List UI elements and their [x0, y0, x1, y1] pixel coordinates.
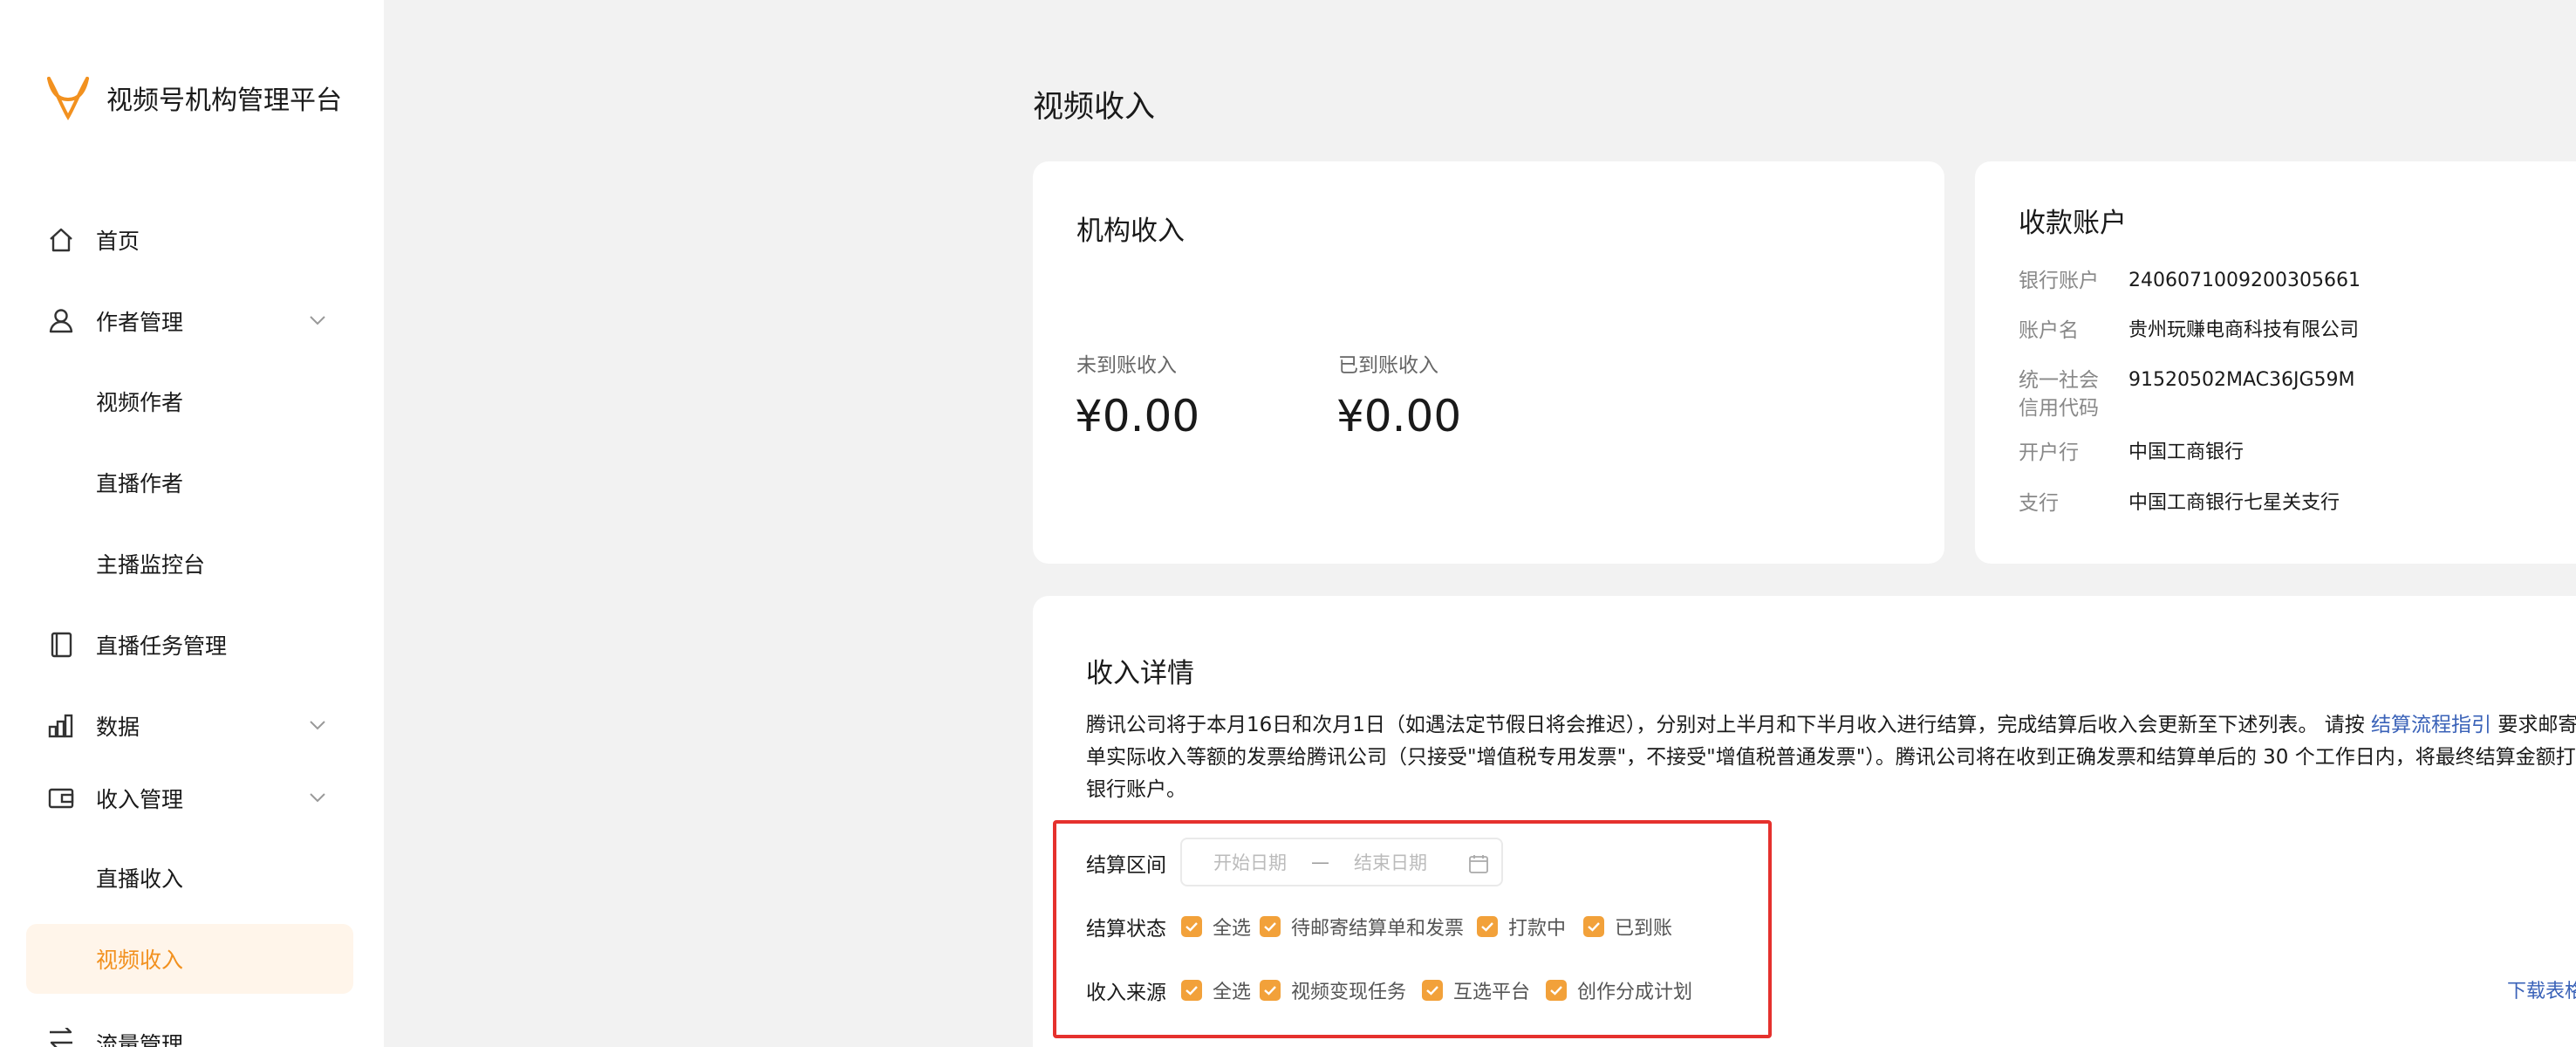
sidebar-item-data[interactable]: 数据 — [26, 691, 353, 761]
settlement-period-label: 结算区间 — [1086, 854, 1166, 877]
bar-chart-icon — [44, 708, 79, 743]
settlement-description: 腾讯公司将于本月16日和次月1日（如遇法定节假日将会推迟），分别对上半月和下半月… — [1086, 714, 2576, 801]
date-range-separator: — — [1311, 852, 1329, 872]
start-date-input[interactable]: 开始日期 — [1213, 849, 1287, 875]
chevron-down-icon — [310, 316, 325, 325]
credit-code-label: 统一社会信用代码 — [2019, 369, 2099, 420]
chevron-down-icon — [310, 721, 325, 730]
download-table-link[interactable]: 下载表格 — [2507, 975, 2576, 1003]
sidebar-item-live-income[interactable]: 直播收入 — [26, 843, 353, 913]
account-name-value: 贵州玩赚电商科技有限公司 — [2128, 319, 2360, 341]
pending-income-label: 未到账收入 — [1076, 354, 1177, 377]
butterfly-logo-icon — [47, 77, 89, 120]
income-details-title: 收入详情 — [1086, 658, 1194, 689]
received-income-label: 已到账收入 — [1338, 354, 1438, 377]
status-checkbox-received[interactable]: 已到账 — [1583, 913, 1672, 941]
checkbox-checked-icon — [1546, 980, 1567, 1001]
payment-account-title: 收款账户 — [2019, 208, 2127, 239]
chevron-down-icon — [310, 793, 325, 803]
checkbox-checked-icon — [1477, 916, 1498, 937]
sidebar-item-home[interactable]: 首页 — [26, 205, 353, 275]
source-checkbox-creator-share[interactable]: 创作分成计划 — [1546, 976, 1692, 1004]
sidebar-item-live-authors[interactable]: 直播作者 — [26, 448, 353, 517]
source-checkbox-mutual-selection[interactable]: 互选平台 — [1422, 976, 1530, 1004]
sidebar-item-host-monitor[interactable]: 主播监控台 — [26, 529, 353, 599]
sidebar-item-label: 收入管理 — [96, 787, 184, 812]
checkbox-checked-icon — [1181, 916, 1202, 937]
sidebar-item-video-authors[interactable]: 视频作者 — [26, 366, 353, 436]
sidebar-item-author-management[interactable]: 作者管理 — [26, 286, 353, 356]
sidebar-item-video-income[interactable]: 视频收入 — [26, 924, 353, 994]
checkbox-checked-icon — [1260, 916, 1281, 937]
org-income-card: 机构收入 未到账收入 ¥0.00 已到账收入 ¥0.00 — [1033, 161, 1944, 564]
sidebar-item-label: 作者管理 — [96, 310, 184, 335]
sidebar: 视频号机构管理平台 首页 作者管理 视频作者 直播作者 主播监控台 直播任务管理… — [0, 0, 384, 1047]
checkbox-checked-icon — [1422, 980, 1443, 1001]
account-name-label: 账户名 — [2019, 319, 2079, 342]
payment-account-card: 收款账户 银行账户 2406071009200305661 账户名 贵州玩赚电商… — [1975, 161, 2576, 564]
received-income-value: ¥0.00 — [1336, 391, 1462, 441]
wallet-icon — [44, 781, 79, 816]
home-icon — [44, 222, 79, 257]
end-date-input[interactable]: 结束日期 — [1354, 849, 1427, 875]
bank-value: 中国工商银行 — [2128, 441, 2245, 463]
status-checkbox-all[interactable]: 全选 — [1181, 913, 1251, 941]
source-checkbox-video-monetization[interactable]: 视频变现任务 — [1260, 976, 1406, 1004]
org-income-title: 机构收入 — [1076, 216, 1185, 247]
bank-account-value: 2406071009200305661 — [2128, 270, 2361, 291]
calendar-icon[interactable] — [1468, 853, 1489, 874]
user-icon — [44, 304, 79, 339]
sidebar-item-label: 流量管理 — [96, 1032, 184, 1047]
page-title: 视频收入 — [1033, 90, 1156, 125]
sidebar-item-label: 数据 — [96, 715, 140, 740]
pending-income-value: ¥0.00 — [1075, 391, 1200, 441]
branch-label: 支行 — [2019, 492, 2059, 515]
settlement-status-label: 结算状态 — [1086, 918, 1166, 941]
checkbox-checked-icon — [1181, 980, 1202, 1001]
income-source-label: 收入来源 — [1086, 982, 1166, 1004]
branch-value: 中国工商银行七星关支行 — [2128, 492, 2340, 514]
status-checkbox-pending-mail[interactable]: 待邮寄结算单和发票 — [1260, 913, 1464, 941]
sidebar-item-label: 直播作者 — [96, 471, 184, 496]
settlement-guide-link[interactable]: 结算流程指引 — [2371, 714, 2491, 736]
sidebar-item-label: 直播收入 — [96, 866, 184, 892]
app-logo[interactable]: 视频号机构管理平台 — [44, 73, 342, 122]
checkbox-checked-icon — [1260, 980, 1281, 1001]
sidebar-item-label: 视频作者 — [96, 390, 184, 415]
source-checkbox-all[interactable]: 全选 — [1181, 976, 1251, 1004]
sidebar-item-label: 主播监控台 — [96, 552, 206, 578]
sidebar-item-label: 直播任务管理 — [96, 633, 228, 659]
bank-label: 开户行 — [2019, 441, 2079, 464]
date-range-picker[interactable]: 开始日期 — 结束日期 — [1180, 838, 1503, 886]
credit-code-value: 91520502MAC36JG59M — [2128, 369, 2355, 391]
sidebar-item-income-management[interactable]: 收入管理 — [26, 763, 353, 833]
bank-account-label: 银行账户 — [2019, 270, 2099, 292]
sidebar-item-live-task-management[interactable]: 直播任务管理 — [26, 610, 353, 680]
sidebar-item-label: 首页 — [96, 229, 140, 254]
status-checkbox-paying[interactable]: 打款中 — [1477, 913, 1566, 941]
swap-icon — [44, 1028, 79, 1047]
sidebar-item-traffic-management[interactable]: 流量管理 — [26, 1005, 353, 1047]
app-title: 视频号机构管理平台 — [106, 86, 342, 116]
sidebar-item-label: 视频收入 — [96, 948, 184, 973]
checkbox-checked-icon — [1583, 916, 1604, 937]
book-icon — [44, 627, 79, 662]
